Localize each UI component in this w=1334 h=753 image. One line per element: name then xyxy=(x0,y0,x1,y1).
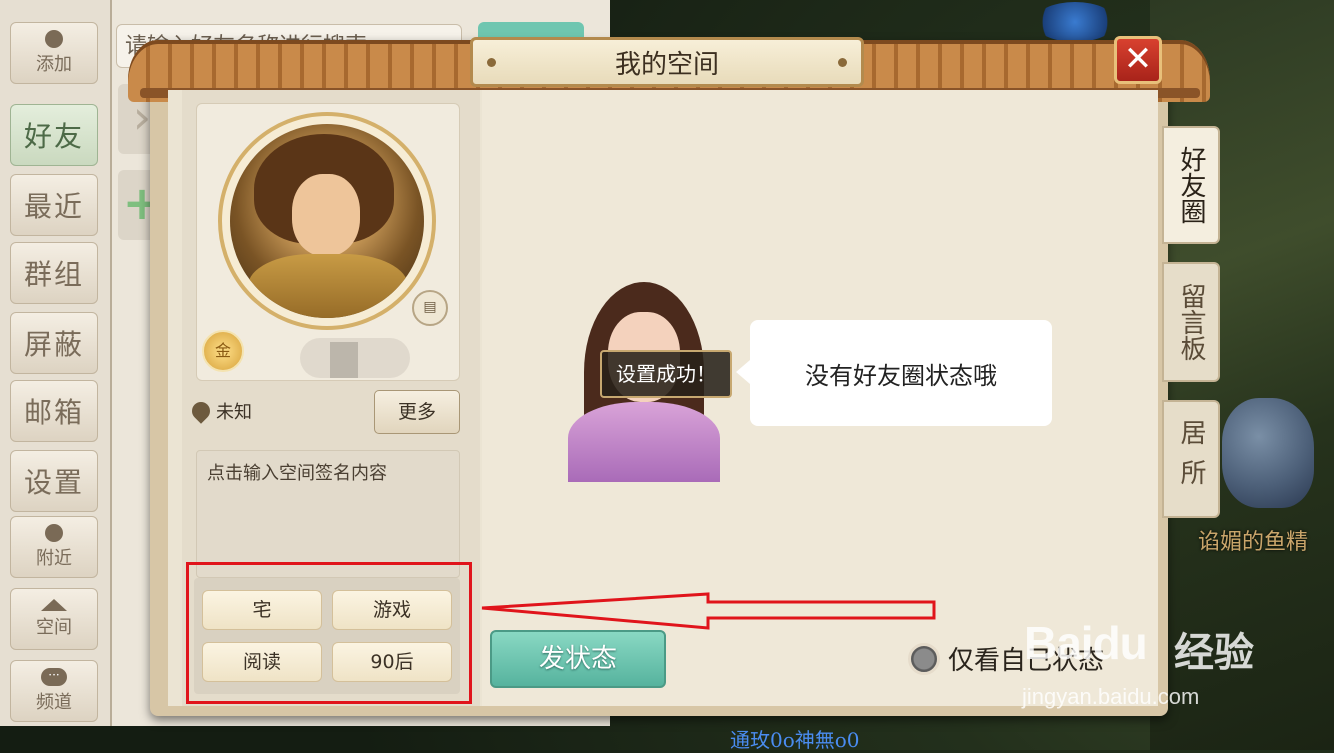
tab-residence[interactable]: 居所 xyxy=(1162,400,1220,518)
location-pin-icon xyxy=(188,398,214,424)
nav-blocked-button[interactable]: 屏蔽 xyxy=(10,312,98,374)
house-icon xyxy=(41,599,67,611)
tab-message-board-label: 留言板 xyxy=(1176,283,1206,361)
nav-add-button[interactable]: 添加 xyxy=(10,22,98,84)
nav-groups-label: 群组 xyxy=(23,258,84,291)
location-value: 未知 xyxy=(216,402,252,423)
add-friend-icon xyxy=(45,30,63,48)
tags-highlight-box xyxy=(186,562,472,704)
nearby-icon xyxy=(45,524,63,542)
chat-bubble-icon: ··· xyxy=(41,668,67,686)
success-toast: 设置成功！ xyxy=(600,350,732,398)
nav-nearby-button[interactable]: 附近 xyxy=(10,516,98,578)
plate-rivet-icon xyxy=(487,58,496,67)
self-only-toggle[interactable]: 仅看自己状态 xyxy=(908,640,1104,677)
annotation-arrow xyxy=(481,592,936,630)
player-name-label: 通玫0o神無o0 xyxy=(730,728,860,752)
nav-channel-button[interactable]: ··· 频道 xyxy=(10,660,98,722)
nav-space-label: 空间 xyxy=(36,617,72,638)
annotation-arrow-shape xyxy=(481,592,936,630)
tab-message-board[interactable]: 留言板 xyxy=(1162,262,1220,382)
dialog-title: 我的空间 xyxy=(614,49,719,80)
avatar[interactable] xyxy=(230,124,424,318)
tab-friend-circle[interactable]: 好友圈 xyxy=(1162,126,1220,244)
nav-friends-label: 好友 xyxy=(23,120,84,153)
nav-recent-button[interactable]: 最近 xyxy=(10,174,98,236)
avatar-armor xyxy=(248,254,408,318)
dialog-title-plate: 我的空间 xyxy=(470,37,864,87)
nav-recent-label: 最近 xyxy=(23,190,84,223)
npc-dress xyxy=(568,402,720,482)
location-row: 未知 xyxy=(188,398,252,424)
fish-monster-sprite[interactable] xyxy=(1222,398,1314,508)
nav-mailbox-button[interactable]: 邮箱 xyxy=(10,380,98,442)
monster-name-label: 谄媚的鱼精 xyxy=(1198,530,1309,555)
radio-icon[interactable] xyxy=(908,642,940,675)
nav-nearby-label: 附近 xyxy=(36,548,72,569)
nav-friends-button[interactable]: 好友 xyxy=(10,104,98,166)
self-only-label: 仅看自己状态 xyxy=(948,646,1105,676)
nav-add-label: 添加 xyxy=(36,54,72,75)
avatar-face xyxy=(292,174,360,256)
gold-rank-badge: 金 xyxy=(202,330,244,372)
tab-residence-label: 居所 xyxy=(1176,419,1206,499)
post-status-button[interactable]: 发状态 xyxy=(490,630,666,688)
tab-friend-circle-label: 好友圈 xyxy=(1176,146,1206,224)
nav-mailbox-label: 邮箱 xyxy=(23,396,84,429)
nav-groups-button[interactable]: 群组 xyxy=(10,242,98,304)
nav-channel-label: 频道 xyxy=(36,692,72,713)
nav-settings-label: 设置 xyxy=(23,466,84,499)
nav-settings-button[interactable]: 设置 xyxy=(10,450,98,512)
player-name-redacted-mark xyxy=(330,342,358,378)
nav-blocked-label: 屏蔽 xyxy=(23,328,84,361)
empty-feed-message: 没有好友圈状态哦 xyxy=(805,361,997,390)
signature-input[interactable]: 点击输入空间签名内容 xyxy=(196,450,460,578)
id-card-icon[interactable]: ▤ xyxy=(412,290,448,326)
close-button[interactable]: ✕ xyxy=(1114,36,1162,84)
signature-placeholder: 点击输入空间签名内容 xyxy=(207,463,387,484)
empty-feed-bubble: 没有好友圈状态哦 xyxy=(736,320,1052,426)
plate-rivet-icon xyxy=(838,58,847,67)
scene-orb xyxy=(1034,2,1116,42)
nav-space-button[interactable]: 空间 xyxy=(10,588,98,650)
more-button[interactable]: 更多 xyxy=(374,390,460,434)
social-nav-panel: 添加 好友 最近 群组 屏蔽 邮箱 设置 附近 空间 ··· 频道 xyxy=(0,0,112,726)
